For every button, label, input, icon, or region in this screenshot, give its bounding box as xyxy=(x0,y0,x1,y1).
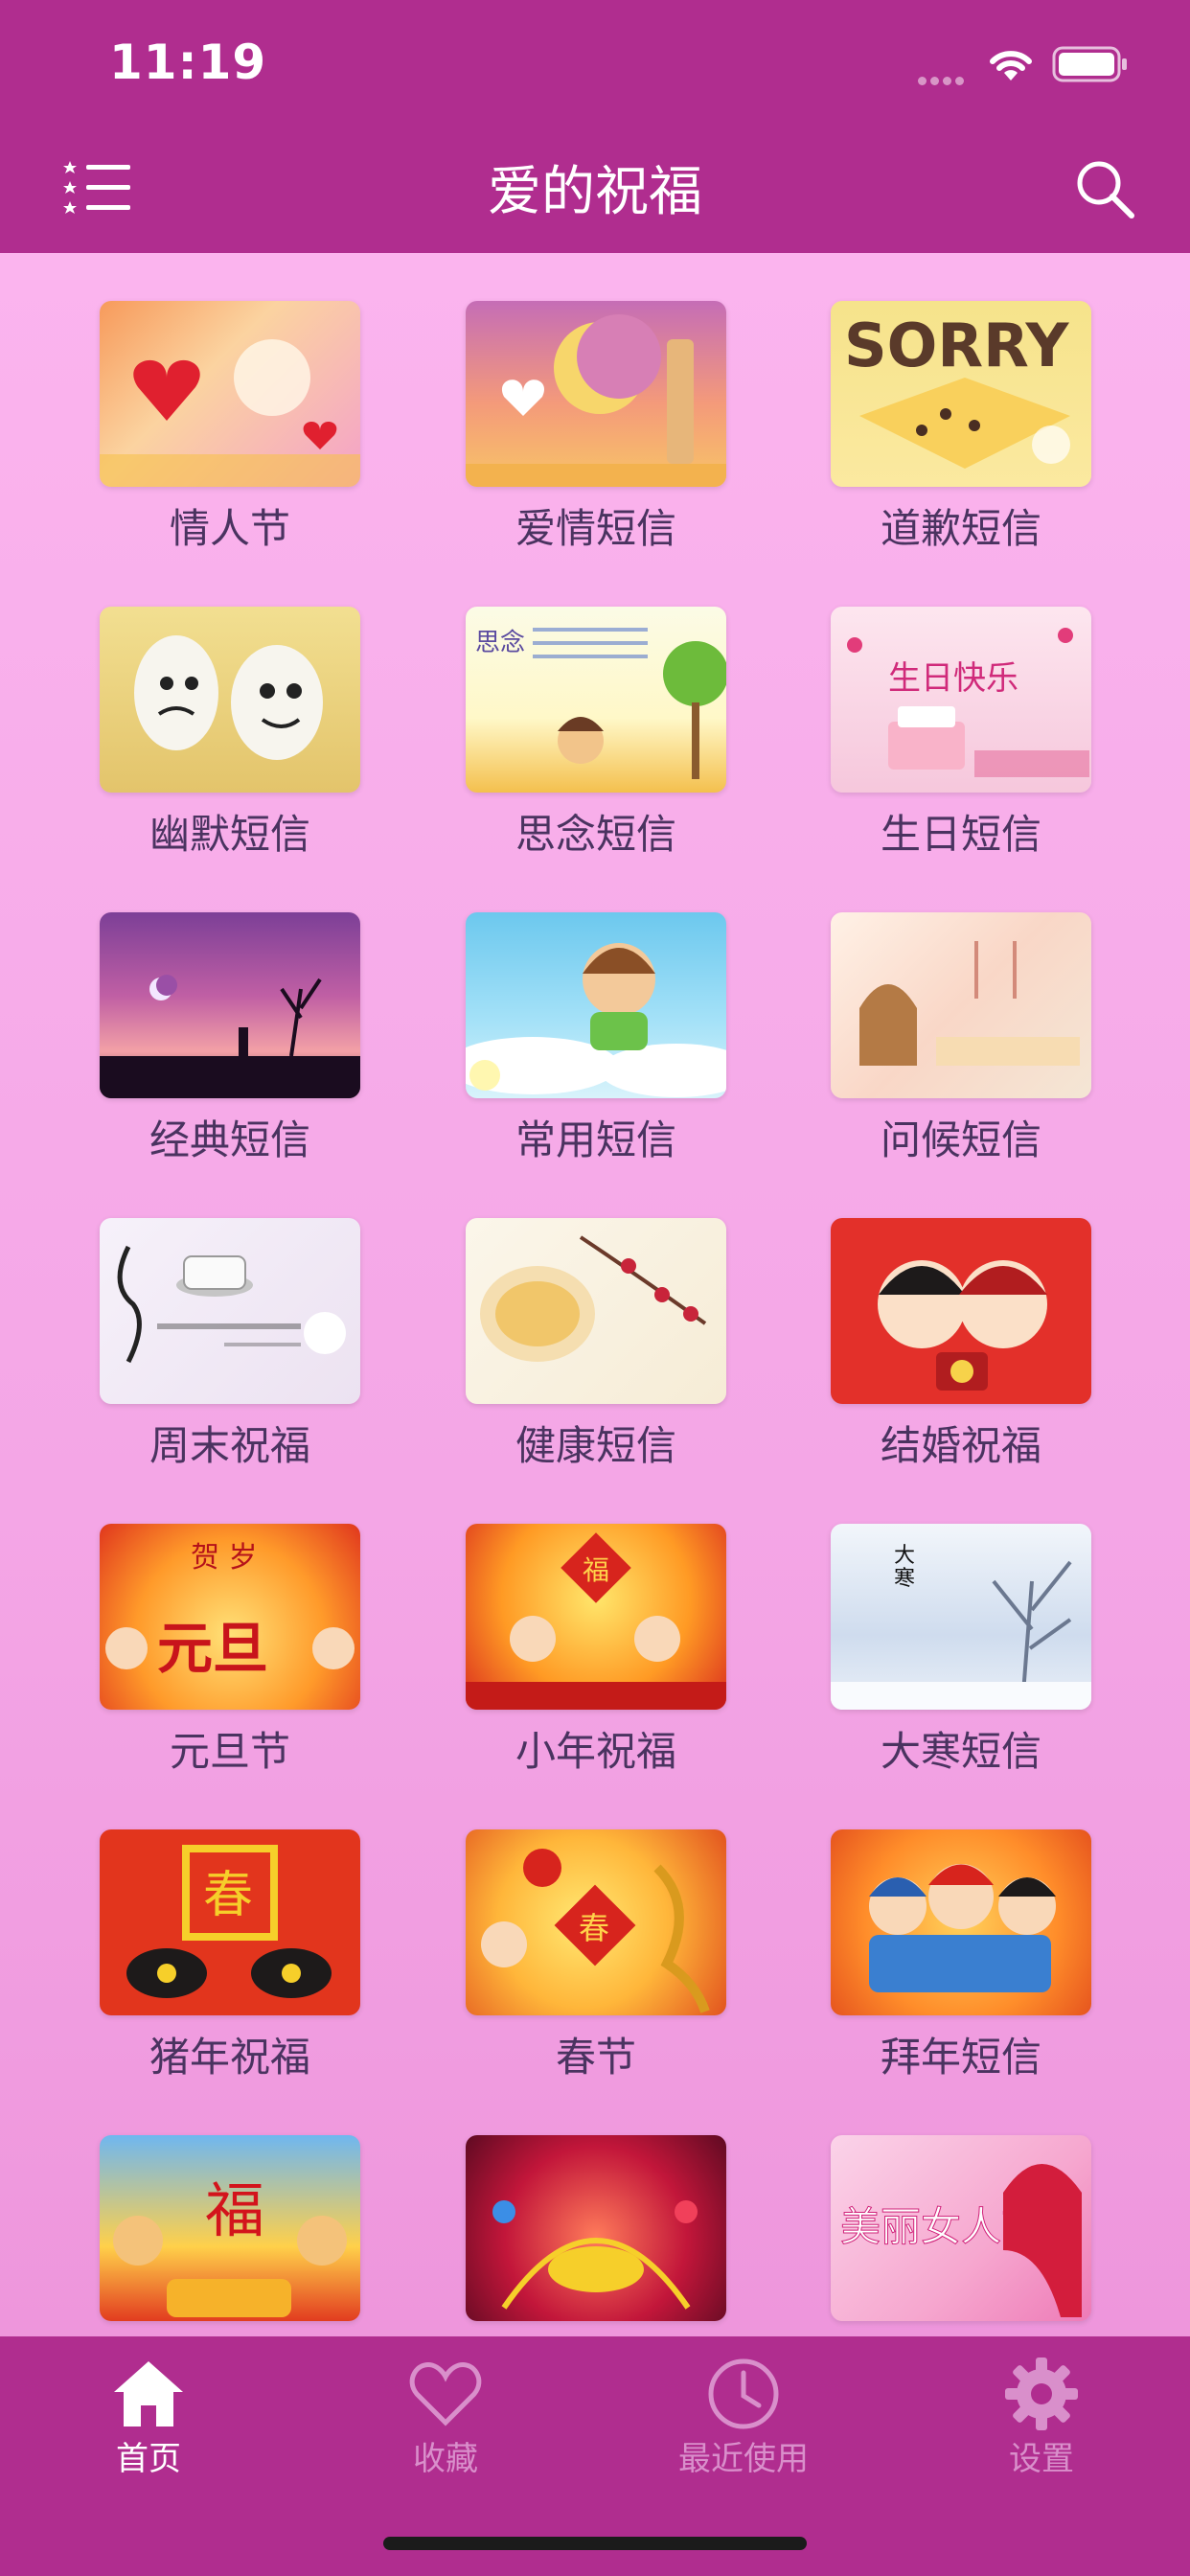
category-thumbnail-birthday[interactable]: 生日快乐 xyxy=(831,607,1091,793)
category-label: 猪年祝福 xyxy=(149,2034,310,2081)
tab-label: 最近使用 xyxy=(678,2440,809,2478)
status-time: 11:19 xyxy=(109,34,267,90)
svg-text:思念: 思念 xyxy=(475,629,525,657)
category-label: 常用短信 xyxy=(515,1116,676,1163)
home-icon xyxy=(114,2361,183,2426)
tab-home[interactable]: 首页 xyxy=(0,2336,297,2528)
category-thumbnail-greeting[interactable] xyxy=(831,912,1091,1098)
heart-icon xyxy=(409,2362,482,2426)
gear-icon xyxy=(1005,2358,1078,2430)
category-thumbnail-common[interactable] xyxy=(466,912,726,1098)
category-thumbnail-row7-2[interactable] xyxy=(466,2135,726,2321)
category-label: 拜年短信 xyxy=(880,2034,1041,2081)
category-label: 幽默短信 xyxy=(149,811,310,858)
svg-text:福: 福 xyxy=(583,1554,609,1586)
category-label: 大寒短信 xyxy=(880,1728,1041,1775)
category-label: 元旦节 xyxy=(169,1728,290,1775)
category-thumbnail-new-year-day[interactable]: 贺 岁 元旦 xyxy=(100,1524,360,1710)
category-grid: 情人节 爱情短信 SORRY 道歉短信 幽默短信 思念 思念短信 生日快乐 生日… xyxy=(0,253,1190,2336)
svg-text:贺 岁: 贺 岁 xyxy=(191,1541,258,1575)
category-label: 思念短信 xyxy=(515,811,676,858)
category-thumbnail-major-cold[interactable]: 大 寒 xyxy=(831,1524,1091,1710)
category-label: 周末祝福 xyxy=(149,1422,310,1469)
category-thumbnail-weekend[interactable] xyxy=(100,1218,360,1404)
category-thumbnail-row7-3[interactable]: 美丽女人节 xyxy=(831,2135,1091,2321)
clock-icon xyxy=(708,2358,779,2429)
svg-text:大: 大 xyxy=(894,1544,915,1568)
category-thumbnail-classic[interactable] xyxy=(100,912,360,1098)
category-label: 健康短信 xyxy=(515,1422,676,1469)
home-indicator[interactable] xyxy=(383,2537,807,2550)
category-thumbnail-little-new-year[interactable]: 福 xyxy=(466,1524,726,1710)
category-label: 春节 xyxy=(555,2034,636,2081)
category-label: 小年祝福 xyxy=(515,1728,676,1775)
wifi-icon xyxy=(990,51,1032,80)
search-icon[interactable] xyxy=(1073,157,1136,220)
signal-dots-icon xyxy=(918,71,968,89)
category-thumbnail-row7-1[interactable]: 福 xyxy=(100,2135,360,2321)
tab-settings[interactable]: 设置 xyxy=(893,2336,1190,2528)
svg-text:福: 福 xyxy=(205,2175,264,2245)
tab-label: 设置 xyxy=(1009,2440,1074,2478)
battery-icon xyxy=(1052,46,1127,82)
svg-text:春: 春 xyxy=(203,1867,253,1924)
svg-text:春: 春 xyxy=(579,1910,609,1946)
category-label: 道歉短信 xyxy=(880,505,1041,552)
svg-text:元旦: 元旦 xyxy=(157,1616,268,1681)
category-thumbnail-love-sms[interactable] xyxy=(466,301,726,487)
category-thumbnail-apology[interactable]: SORRY xyxy=(831,301,1091,487)
category-thumbnail-pig-year[interactable]: 春 xyxy=(100,1829,360,2015)
category-label: 情人节 xyxy=(169,505,290,552)
svg-text:SORRY: SORRY xyxy=(844,310,1069,380)
svg-text:生日快乐: 生日快乐 xyxy=(888,659,1018,698)
category-label: 问候短信 xyxy=(880,1116,1041,1163)
tab-recent[interactable]: 最近使用 xyxy=(595,2336,892,2528)
tab-favorites[interactable]: 收藏 xyxy=(297,2336,594,2528)
category-thumbnail-health[interactable] xyxy=(466,1218,726,1404)
category-label: 结婚祝福 xyxy=(880,1422,1041,1469)
category-label: 生日短信 xyxy=(880,811,1041,858)
page-title: 爱的祝福 xyxy=(488,161,702,223)
category-thumbnail-humor[interactable] xyxy=(100,607,360,793)
category-thumbnail-valentines[interactable] xyxy=(100,301,360,487)
category-label: 经典短信 xyxy=(149,1116,310,1163)
category-thumbnail-wedding[interactable] xyxy=(831,1218,1091,1404)
tab-label: 收藏 xyxy=(413,2440,478,2478)
svg-text:寒: 寒 xyxy=(894,1567,915,1591)
category-thumbnail-spring-festival[interactable]: 春 xyxy=(466,1829,726,2015)
category-thumbnail-new-year-greeting[interactable] xyxy=(831,1829,1091,2015)
category-thumbnail-missing[interactable]: 思念 xyxy=(466,607,726,793)
tab-label: 首页 xyxy=(116,2440,181,2478)
top-bar: 11:19 爱的祝福 xyxy=(0,0,1190,253)
category-label: 爱情短信 xyxy=(515,505,676,552)
